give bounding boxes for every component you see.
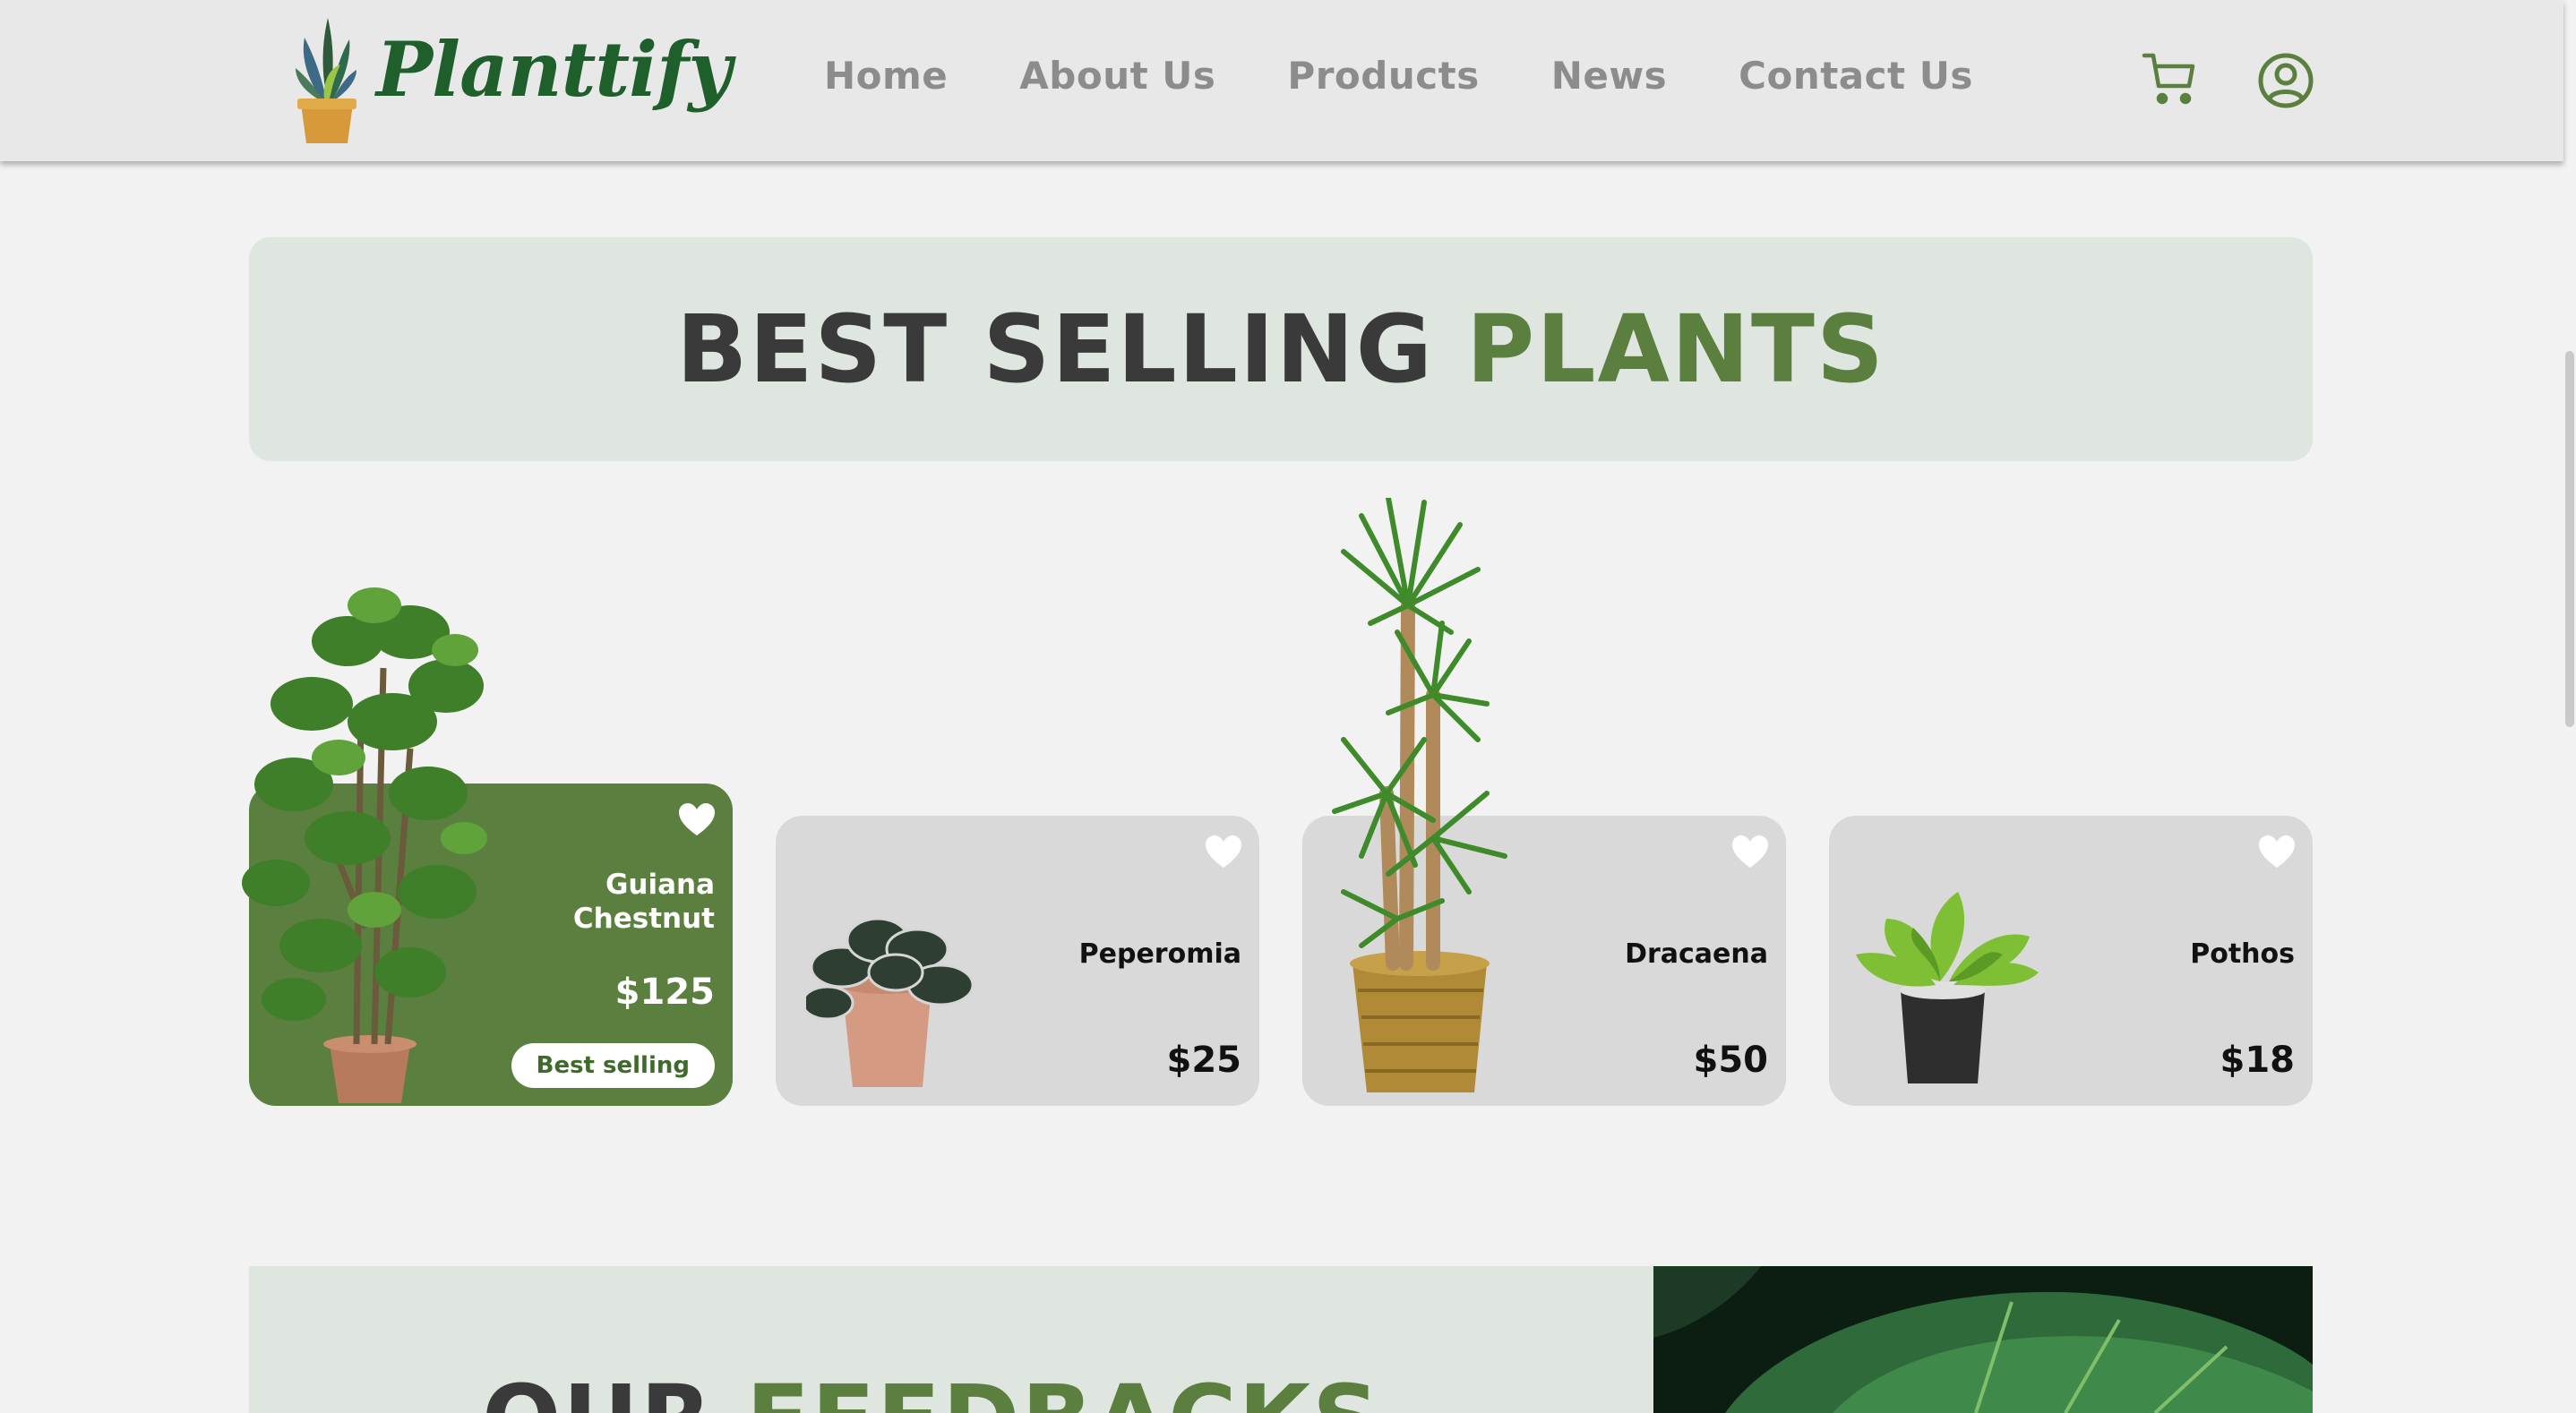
product-name: Guiana Chestnut — [572, 869, 715, 935]
product-price: $125 — [614, 972, 715, 1013]
product-name: Dracaena — [1625, 938, 1768, 970]
peperomia-plant-image — [806, 917, 975, 1087]
heart-icon[interactable] — [2257, 834, 2297, 869]
best-selling-badge[interactable]: Best selling — [511, 1043, 715, 1088]
user-account-icon[interactable] — [2257, 52, 2314, 109]
monstera-leaf-image — [1653, 1266, 2313, 1413]
section-title-accent: PLANTS — [1466, 295, 1885, 404]
product-price: $50 — [1693, 1040, 1769, 1081]
product-name: Pothos — [2190, 938, 2295, 970]
dracaena-plant-image — [1332, 498, 1507, 1092]
product-price: $25 — [1166, 1040, 1242, 1081]
brand-name[interactable]: Planttify — [376, 25, 732, 114]
nav-news[interactable]: News — [1551, 54, 1667, 98]
heart-icon[interactable] — [1204, 834, 1243, 869]
nav-contact-us[interactable]: Contact Us — [1739, 54, 1973, 98]
nav-products[interactable]: Products — [1287, 54, 1479, 98]
heart-icon[interactable] — [1730, 834, 1770, 869]
guiana-chestnut-plant-image — [242, 587, 487, 1103]
feedback-title: OUR FEEDBACKS — [482, 1365, 1381, 1413]
best-selling-banner: BEST SELLING PLANTS — [249, 237, 2313, 461]
pothos-plant-image — [1856, 892, 2039, 1083]
page-scrollbar-thumb[interactable] — [2565, 351, 2574, 727]
feedback-title-accent: FEEDBACKS — [746, 1365, 1381, 1413]
main-nav: Home About Us Products News Contact Us — [824, 54, 1973, 98]
section-title-main: BEST SELLING — [676, 295, 1435, 404]
product-price: $18 — [2220, 1040, 2296, 1081]
cart-icon[interactable] — [2141, 50, 2200, 109]
section-title: BEST SELLING PLANTS — [676, 295, 1885, 404]
nav-home[interactable]: Home — [824, 54, 948, 98]
product-name: Peperomia — [1078, 938, 1241, 970]
site-header: Planttify Home About Us Products News Co… — [0, 0, 2563, 161]
feedback-title-main: OUR — [482, 1365, 714, 1413]
feedback-section: OUR FEEDBACKS — [249, 1266, 1653, 1413]
heart-icon[interactable] — [677, 801, 717, 837]
nav-about-us[interactable]: About Us — [1019, 54, 1215, 98]
